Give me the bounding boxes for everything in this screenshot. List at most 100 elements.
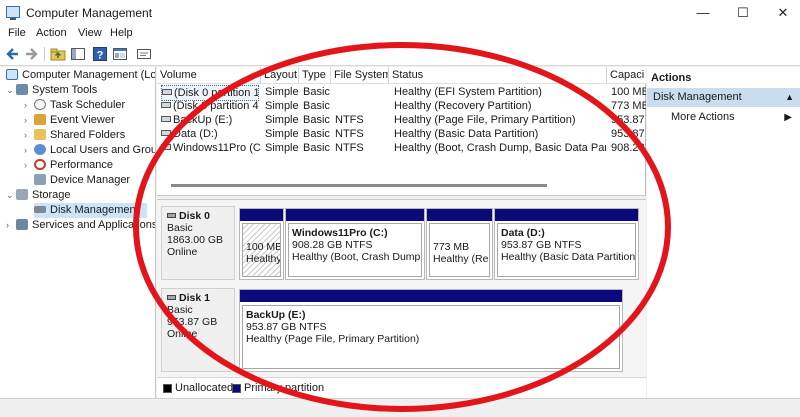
partition-status: Healthy (Boot, Crash Dump, B — [292, 251, 422, 263]
primary-partition-bar — [240, 209, 283, 221]
column-header-capacity[interactable]: Capaci — [607, 67, 646, 84]
disk-0-info[interactable]: Disk 0 Basic 1863.00 GB Online — [161, 206, 235, 280]
tree-item-label: Services and Applications — [32, 219, 156, 231]
volume-file-system: NTFS — [335, 142, 364, 154]
chevron-right-icon[interactable]: › — [24, 143, 34, 158]
close-button[interactable]: ✕ — [766, 0, 800, 26]
help-icon[interactable]: ? — [92, 46, 108, 62]
partition-recovery[interactable]: 773 MB Healthy (Rec — [426, 208, 493, 280]
volume-status: Healthy (Boot, Crash Dump, Basic Data Pa… — [394, 142, 606, 154]
volume-row[interactable]: (Disk 0 partition 4) Simple Basic Health… — [157, 99, 646, 113]
column-header-volume[interactable]: Volume — [157, 67, 261, 84]
chevron-down-icon[interactable]: ⌄ — [6, 188, 16, 203]
volume-name: BackUp (E:) — [173, 114, 233, 126]
tree-item-label: Disk Management — [50, 204, 139, 216]
tree-item-shared-folders[interactable]: › Shared Folders — [24, 128, 125, 143]
tree-item-storage[interactable]: ⌄ Storage — [6, 188, 71, 203]
maximize-button[interactable]: ☐ — [726, 0, 760, 26]
menu-help[interactable]: Help — [110, 27, 133, 39]
tree-item-label: Shared Folders — [50, 129, 126, 141]
partition-status: Healthy — [246, 253, 281, 265]
volume-layout: Simple — [265, 128, 299, 140]
tree-item-system-tools[interactable]: ⌄ System Tools — [6, 83, 97, 98]
partition-windows11pro[interactable]: Windows11Pro (C:) 908.28 GB NTFS Healthy… — [285, 208, 425, 280]
tree-item-label: System Tools — [32, 84, 98, 96]
volume-row[interactable]: BackUp (E:) Simple Basic NTFS Healthy (P… — [157, 113, 646, 127]
menu-bar: File Action View Help — [0, 26, 800, 42]
tree-item-label: Local Users and Groups — [50, 144, 155, 156]
toolbar: ? — [0, 42, 800, 66]
partition-data[interactable]: Data (D:) 953.87 GB NTFS Healthy (Basic … — [494, 208, 639, 280]
partition-size: 953.87 GB NTFS — [246, 321, 327, 333]
show-hide-tree-icon[interactable] — [70, 46, 86, 62]
volume-type: Basic — [303, 128, 330, 140]
tree-item-services-and-applications[interactable]: › Services and Applications — [6, 218, 156, 233]
tree-item-label: Storage — [32, 189, 71, 201]
chevron-right-icon[interactable]: › — [6, 218, 16, 233]
volume-list-header: Volume Layout Type File System Status Ca… — [157, 67, 646, 84]
title-bar: Computer Management — ☐ ✕ — [0, 0, 800, 26]
volume-file-system: NTFS — [335, 114, 364, 126]
primary-partition-bar — [286, 209, 424, 221]
tree-item-computer-management[interactable]: Computer Management (Local) — [6, 68, 155, 83]
chevron-right-icon[interactable]: › — [24, 98, 34, 113]
horizontal-scrollbar[interactable] — [171, 184, 547, 187]
disk-state: Online — [167, 328, 198, 340]
chevron-right-icon: ▶ — [784, 112, 792, 123]
tree-item-device-manager[interactable]: Device Manager — [34, 173, 130, 188]
collapse-icon[interactable]: ▲ — [785, 88, 794, 107]
volume-row[interactable]: (Disk 0 partition 1) Simple Basic Health… — [157, 85, 646, 101]
tree-item-disk-management[interactable]: Disk Management — [34, 203, 147, 218]
column-header-status[interactable]: Status — [389, 67, 607, 84]
partition-size: 953.87 GB NTFS — [501, 239, 582, 251]
system-tools-icon — [16, 84, 28, 95]
volume-row[interactable]: Windows11Pro (C:) Simple Basic NTFS Heal… — [157, 141, 646, 155]
console-icon[interactable] — [136, 46, 152, 62]
services-icon — [16, 219, 28, 230]
tree-item-task-scheduler[interactable]: › Task Scheduler — [24, 98, 125, 113]
chevron-right-icon[interactable]: › — [24, 158, 34, 173]
svg-text:?: ? — [97, 50, 104, 62]
menu-view[interactable]: View — [78, 27, 102, 39]
volume-capacity: 953.87 — [611, 114, 645, 126]
partition-name: BackUp (E:) — [246, 309, 306, 321]
forward-arrow-icon[interactable] — [23, 46, 39, 62]
more-actions[interactable]: More Actions ▶ — [647, 109, 800, 126]
tree-item-performance[interactable]: › Performance — [24, 158, 113, 173]
disk-name: Disk 1 — [179, 292, 210, 304]
disk-size: 953.87 GB — [167, 316, 218, 328]
column-header-file-system[interactable]: File System — [331, 67, 389, 84]
minimize-button[interactable]: — — [686, 0, 720, 26]
volume-type: Basic — [303, 142, 330, 154]
volume-row[interactable]: Data (D:) Simple Basic NTFS Healthy (Bas… — [157, 127, 646, 141]
volume-icon — [162, 89, 172, 95]
volume-layout: Simple — [265, 114, 299, 126]
column-header-layout[interactable]: Layout — [261, 67, 299, 84]
chevron-right-icon[interactable]: › — [24, 113, 34, 128]
disk-management-panel: Volume Layout Type File System Status Ca… — [157, 67, 646, 398]
computer-management-icon — [6, 6, 20, 20]
volume-capacity: 953.87 — [611, 128, 645, 140]
partition-size: 100 MB — [246, 241, 281, 253]
actions-section-label: Disk Management — [653, 91, 742, 103]
partition-name: Data (D:) — [501, 227, 545, 239]
chevron-right-icon[interactable]: › — [24, 128, 34, 143]
volume-name: Data (D:) — [173, 128, 218, 140]
menu-file[interactable]: File — [8, 27, 26, 39]
tree-item-local-users-and-groups[interactable]: › Local Users and Groups — [24, 143, 155, 158]
tree-item-event-viewer[interactable]: › Event Viewer — [24, 113, 115, 128]
partition-efi[interactable]: 100 MB Healthy — [239, 208, 284, 280]
menu-action[interactable]: Action — [36, 27, 67, 39]
back-arrow-icon[interactable] — [5, 46, 21, 62]
properties-icon[interactable] — [112, 46, 128, 62]
actions-disk-management[interactable]: Disk Management ▲ — [647, 88, 800, 107]
up-folder-icon[interactable] — [50, 46, 66, 62]
chevron-down-icon[interactable]: ⌄ — [6, 83, 16, 98]
partition-backup[interactable]: BackUp (E:) 953.87 GB NTFS Healthy (Page… — [239, 289, 623, 372]
disk-name: Disk 0 — [179, 210, 210, 222]
users-icon — [34, 144, 46, 155]
column-header-type[interactable]: Type — [299, 67, 331, 84]
disk-1-info[interactable]: Disk 1 Basic 953.87 GB Online — [161, 288, 235, 372]
toolbar-separator — [44, 47, 45, 61]
volume-name: Windows11Pro (C:) — [173, 142, 261, 154]
